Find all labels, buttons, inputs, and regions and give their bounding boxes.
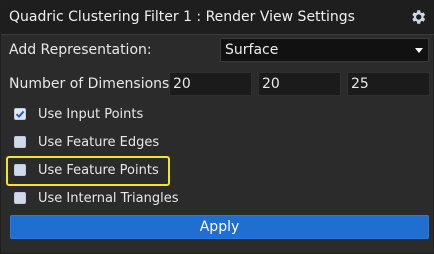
chevron-down-icon	[415, 48, 423, 53]
apply-button[interactable]: Apply	[10, 215, 429, 239]
use-input-points-option[interactable]: Use Input Points	[14, 104, 143, 124]
checkmark-icon	[15, 110, 25, 119]
dimension-z-input[interactable]: 25	[347, 72, 430, 96]
use-internal-triangles-option[interactable]: Use Internal Triangles	[14, 188, 178, 208]
highlight-box	[6, 156, 170, 186]
use-feature-edges-option[interactable]: Use Feature Edges	[14, 132, 159, 152]
dimension-y-input[interactable]: 20	[258, 72, 341, 96]
representation-select[interactable]: Surface	[220, 38, 429, 62]
use-feature-edges-label: Use Feature Edges	[38, 134, 160, 150]
dimensions-label: Number of Dimensions :	[9, 76, 179, 92]
use-internal-triangles-label: Use Internal Triangles	[38, 190, 179, 206]
use-input-points-checkbox[interactable]	[14, 108, 26, 120]
use-internal-triangles-checkbox[interactable]	[14, 192, 26, 204]
settings-panel: Quadric Clustering Filter 1 : Render Vie…	[0, 0, 434, 254]
representation-value: Surface	[225, 42, 279, 58]
use-input-points-label: Use Input Points	[38, 106, 144, 122]
use-feature-edges-checkbox[interactable]	[14, 136, 26, 148]
dimension-x-input[interactable]: 20	[169, 72, 252, 96]
gear-icon	[409, 8, 427, 30]
window-title: Quadric Clustering Filter 1 : Render Vie…	[9, 9, 355, 25]
settings-button[interactable]	[407, 8, 429, 30]
representation-label: Add Representation:	[9, 42, 152, 58]
title-bar: Quadric Clustering Filter 1 : Render Vie…	[1, 1, 434, 35]
